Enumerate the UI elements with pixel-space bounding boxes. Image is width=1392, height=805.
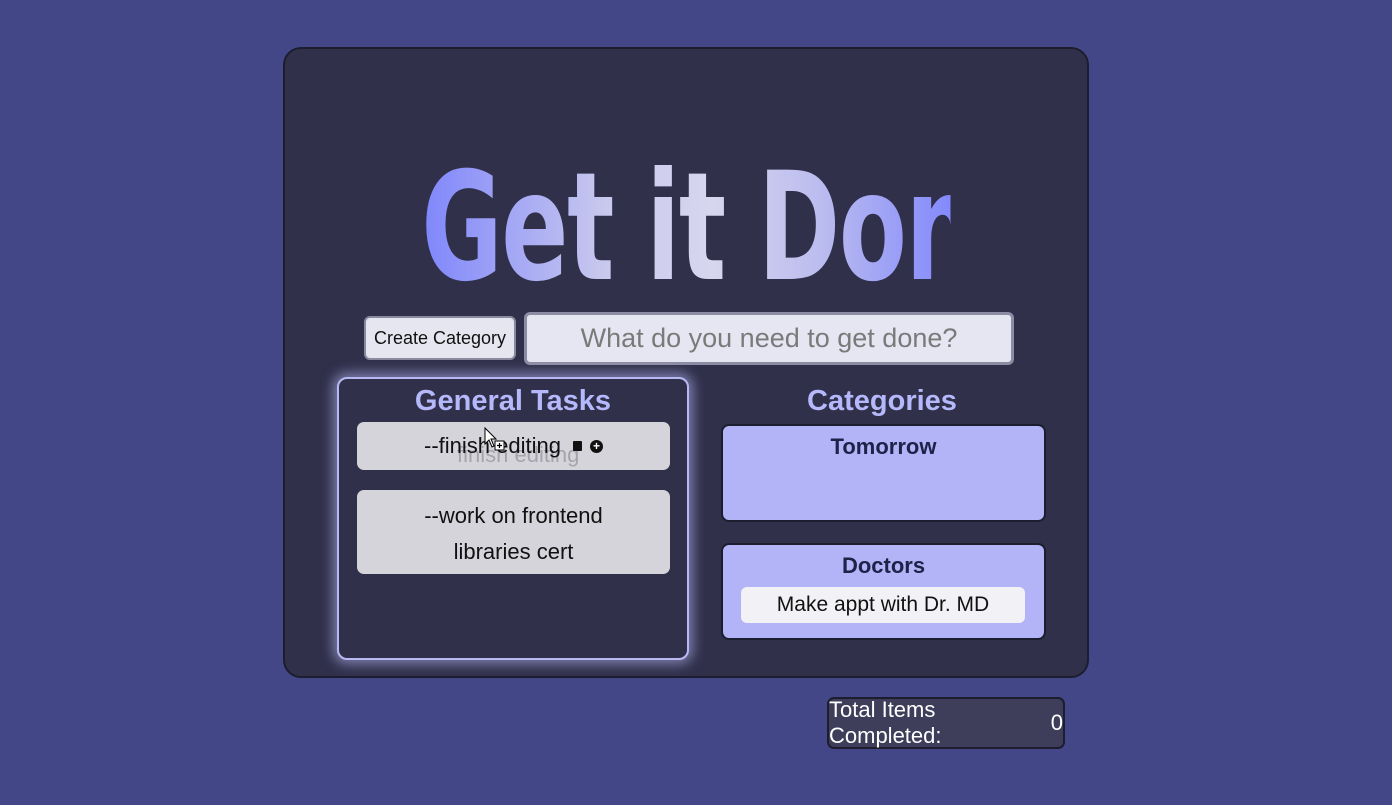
trash-icon[interactable] bbox=[572, 441, 582, 451]
general-tasks-heading: General Tasks bbox=[414, 385, 612, 417]
task-item[interactable]: --work on frontend libraries cert bbox=[357, 490, 670, 574]
task-item-actions: + bbox=[572, 439, 603, 453]
total-completed-label: Total Items Completed: bbox=[829, 697, 942, 748]
total-completed-value: 0 bbox=[1050, 710, 1063, 735]
category-title: Doctors bbox=[841, 553, 926, 578]
category-card-doctors[interactable]: Doctors Make appt with Dr. MD bbox=[721, 543, 1046, 640]
app-title: Get it Done! bbox=[421, 141, 1085, 315]
total-completed-badge: Total Items Completed: 0 bbox=[827, 697, 1065, 749]
app-card: Get it Done! Create Category General Tas… bbox=[283, 47, 1089, 678]
category-title: Tomorrow bbox=[830, 434, 937, 459]
task-input[interactable] bbox=[524, 312, 1014, 365]
task-item[interactable]: --finish editing + finish editing bbox=[357, 422, 670, 470]
general-tasks-panel[interactable]: General Tasks --finish editing + finish … bbox=[337, 377, 689, 660]
categories-heading: Categories bbox=[807, 385, 957, 417]
category-task-item[interactable]: Make appt with Dr. MD bbox=[741, 587, 1025, 623]
category-card-tomorrow[interactable]: Tomorrow bbox=[721, 424, 1046, 522]
create-category-button[interactable]: Create Category bbox=[364, 316, 516, 360]
add-circle-icon[interactable]: + bbox=[589, 439, 603, 453]
drag-copy-cursor-icon bbox=[484, 427, 505, 451]
